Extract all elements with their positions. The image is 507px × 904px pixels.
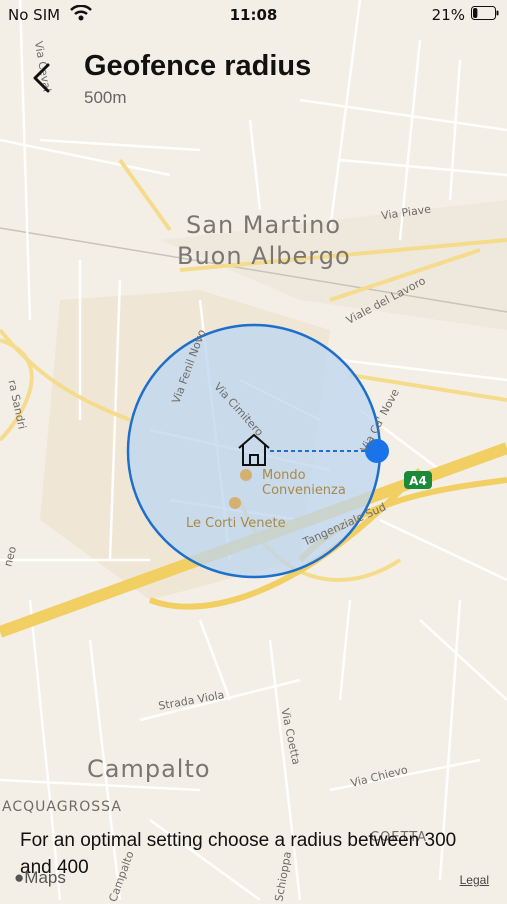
poi-label: Le Corti Venete xyxy=(186,516,286,531)
map-view[interactable]: A4 xyxy=(0,0,507,900)
a4-shield: A4 xyxy=(404,471,432,489)
maps-logo: ●Maps xyxy=(14,868,66,888)
maps-label: Maps xyxy=(24,868,66,887)
hint-text: For an optimal setting choose a radius b… xyxy=(20,830,457,878)
town-label: San Martino xyxy=(186,211,342,239)
town-label: Buon Albergo xyxy=(177,242,351,270)
radius-value: 500m xyxy=(84,88,127,107)
chevron-left-icon[interactable] xyxy=(28,62,56,94)
legal-link[interactable]: Legal xyxy=(460,873,489,887)
poi-marker xyxy=(240,469,252,481)
apple-icon: ● xyxy=(14,868,25,887)
area-label: ACQUAGROSSA xyxy=(2,799,122,815)
svg-text:A4: A4 xyxy=(409,474,427,488)
battery-percent: 21% xyxy=(431,6,465,24)
poi-marker xyxy=(229,497,241,509)
poi-label: Mondo Convenienza xyxy=(262,468,346,498)
status-bar: No SIM 11:08 21% xyxy=(0,0,507,30)
battery-icon xyxy=(471,6,499,20)
page-title: Geofence radius xyxy=(84,50,312,82)
town-label: Campalto xyxy=(87,755,211,783)
